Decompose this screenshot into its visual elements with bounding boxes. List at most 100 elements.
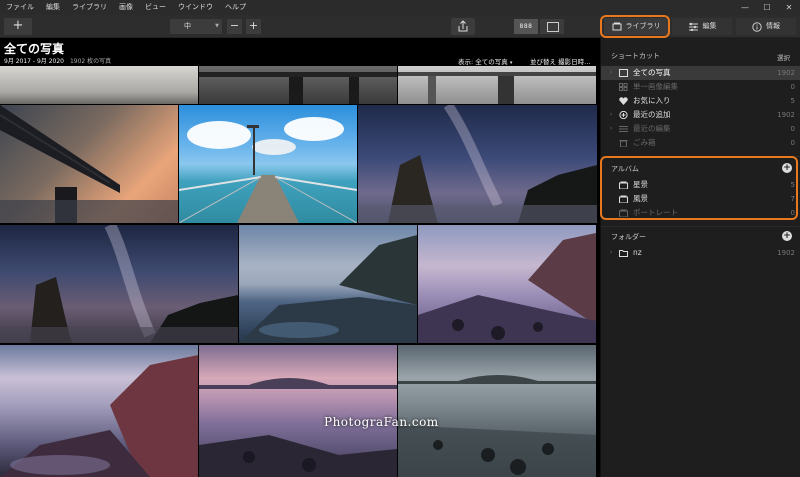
thumbnail-size-select[interactable]: 中 ▼ — [170, 19, 222, 34]
sort-label: 並び替え — [530, 58, 556, 66]
menu-edit[interactable]: 編集 — [40, 0, 66, 15]
photo-thumbnail[interactable] — [199, 345, 397, 477]
photo-thumbnail[interactable] — [398, 66, 596, 104]
shortcut-label: 全ての写真 — [633, 68, 671, 77]
album-count: 7 — [790, 195, 795, 203]
grid-icon — [619, 83, 628, 91]
share-button[interactable] — [451, 18, 475, 35]
shortcut-count: 0 — [790, 83, 795, 91]
shortcut-count: 5 — [790, 97, 795, 105]
menu-window[interactable]: ウインドウ — [172, 0, 219, 15]
maximize-button[interactable]: ☐ — [756, 0, 778, 15]
zoom-out-button[interactable]: − — [227, 19, 242, 34]
thumbnail-size-value: 中 — [184, 22, 191, 30]
chevron-right-icon: › — [610, 249, 613, 256]
minimize-button[interactable]: — — [734, 0, 756, 15]
albums-heading: アルバム — [611, 165, 639, 173]
album-label: 風景 — [633, 194, 648, 203]
folder-count: 1902 — [777, 249, 795, 257]
sidebar: ショートカット 選択 › 全ての写真 1902 単一画像編集 0 お気に入り 5… — [600, 38, 800, 477]
album-label: 星景 — [633, 180, 648, 189]
shortcut-single-edit[interactable]: 単一画像編集 0 — [601, 80, 800, 94]
menu-image[interactable]: 画像 — [113, 0, 139, 15]
chevron-right-icon: › — [610, 111, 613, 118]
tab-edit-label: 編集 — [702, 22, 717, 30]
plus-circle-icon — [619, 111, 628, 119]
shortcut-all-photos[interactable]: › 全ての写真 1902 — [601, 66, 800, 80]
add-album-button[interactable]: + — [782, 163, 792, 173]
add-folder-button[interactable]: + — [782, 231, 792, 241]
menu-library[interactable]: ライブラリ — [66, 0, 113, 15]
divider — [601, 226, 800, 227]
photo-thumbnail[interactable] — [239, 225, 417, 343]
album-icon — [619, 181, 628, 189]
photo-grid: 全ての写真 9月 2017 - 9月 2020 1902 枚の写真 表示: 全ての… — [0, 38, 600, 477]
select-button[interactable]: 選択 — [777, 52, 790, 62]
shortcut-label: ごみ箱 — [633, 138, 656, 147]
shortcuts-heading: ショートカット — [611, 52, 660, 60]
shortcut-label: お気に入り — [633, 96, 671, 105]
tab-info[interactable]: 情報 — [736, 18, 796, 35]
grid-view-button[interactable]: 888 — [514, 19, 538, 34]
sliders-icon — [619, 126, 628, 132]
photo-thumbnail[interactable] — [398, 345, 596, 477]
shortcut-favorites[interactable]: お気に入り 5 — [601, 94, 800, 108]
sort-control[interactable]: 並び替え 撮影日時… — [530, 56, 591, 66]
album-item[interactable]: 星景 5 — [601, 178, 800, 192]
add-button[interactable]: + — [4, 18, 32, 35]
toolbar: + 中 ▼ − + 888 ライブラリ 編集 情報 — [0, 15, 800, 38]
photo-thumbnail[interactable] — [418, 225, 596, 343]
shortcut-recent-added[interactable]: › 最近の追加 1902 — [601, 108, 800, 122]
photos-icon — [619, 69, 628, 77]
single-view-button[interactable] — [540, 19, 564, 34]
album-count: 0 — [790, 209, 795, 217]
watermark: PhotograFan.com — [324, 415, 439, 429]
display-value: 全ての写真 — [475, 58, 508, 66]
app-window: ファイル 編集 ライブラリ 画像 ビュー ウインドウ ヘルプ — ☐ ✕ + 中… — [0, 0, 800, 477]
photo-thumbnail[interactable] — [0, 225, 238, 343]
album-item[interactable]: ポートレート 0 — [601, 206, 800, 220]
chevron-down-icon: ▾ — [509, 60, 513, 66]
chevron-right-icon: › — [610, 125, 613, 132]
info-icon — [752, 21, 762, 32]
zoom-in-button[interactable]: + — [246, 19, 261, 34]
album-icon — [619, 195, 628, 203]
date-range: 9月 2017 - 9月 2020 — [4, 58, 64, 65]
trash-icon — [619, 140, 628, 147]
tab-edit[interactable]: 編集 — [672, 18, 732, 35]
shortcut-trash[interactable]: ごみ箱 0 — [601, 136, 800, 150]
photo-thumbnail[interactable] — [358, 105, 597, 223]
divider — [601, 156, 800, 157]
folder-item[interactable]: › nz 1902 — [601, 246, 800, 260]
photo-thumbnail[interactable] — [199, 66, 397, 104]
library-icon — [612, 22, 621, 31]
sort-value: 撮影日時 — [558, 58, 585, 66]
album-item[interactable]: 風景 7 — [601, 192, 800, 206]
photo-thumbnail[interactable] — [179, 105, 357, 223]
menu-file[interactable]: ファイル — [0, 0, 40, 15]
shortcut-count: 0 — [790, 125, 795, 133]
menu-help[interactable]: ヘルプ — [219, 0, 252, 15]
menu-bar: ファイル 編集 ライブラリ 画像 ビュー ウインドウ ヘルプ — ☐ ✕ — [0, 0, 800, 15]
tab-library-label: ライブラリ — [625, 22, 661, 30]
shortcut-recent-edits[interactable]: › 最近の編集 0 — [601, 122, 800, 136]
shortcut-label: 最近の編集 — [633, 124, 671, 133]
chevron-right-icon: › — [610, 69, 613, 76]
shortcut-label: 単一画像編集 — [633, 82, 678, 91]
photo-thumbnail[interactable] — [0, 345, 198, 477]
folder-icon — [619, 250, 628, 257]
shortcut-count: 1902 — [777, 111, 795, 119]
heart-icon — [619, 97, 628, 105]
shortcut-count: 1902 — [777, 69, 795, 77]
photo-thumbnail[interactable] — [0, 66, 198, 104]
display-filter[interactable]: 表示: 全ての写真 ▾ — [458, 56, 512, 66]
album-count: 5 — [790, 181, 795, 189]
gallery-subtitle: 9月 2017 - 9月 2020 1902 枚の写真 — [4, 56, 111, 65]
folder-label: nz — [633, 248, 642, 257]
tab-library[interactable]: ライブラリ — [604, 18, 668, 35]
menu-view[interactable]: ビュー — [139, 0, 172, 15]
photo-count: 1902 枚の写真 — [69, 58, 112, 65]
photo-thumbnail[interactable] — [0, 105, 178, 223]
display-label: 表示: — [458, 58, 474, 66]
close-button[interactable]: ✕ — [778, 0, 800, 15]
